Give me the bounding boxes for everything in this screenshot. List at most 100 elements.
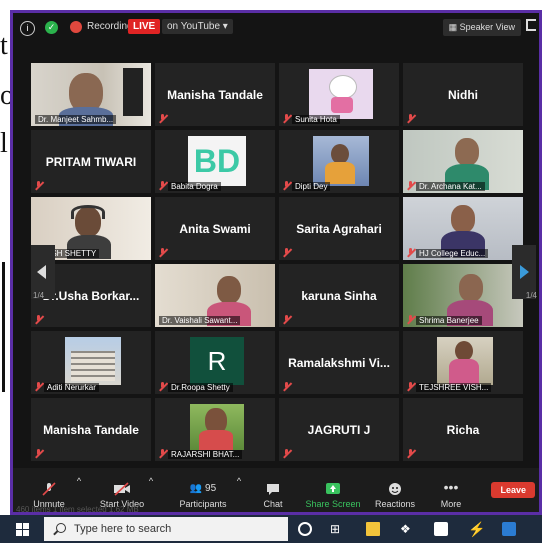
muted-mic-icon [282,181,291,190]
participant-name-label: Dr. Vaishali Sawant... [159,316,241,325]
participant-face [455,138,479,166]
participant-name: Richa [446,422,480,437]
fullscreen-icon[interactable] [526,19,536,31]
muted-mic-icon [158,382,167,391]
info-icon[interactable]: i [20,21,35,36]
participant-tile[interactable]: RAJARSHI BHAT... [155,398,275,461]
file-explorer-icon[interactable] [366,522,380,536]
participant-name-label: HJ College Educ... [416,249,489,258]
participant-name-label: Babita Dogra [168,182,221,191]
background-letter-l: l [0,128,8,159]
participant-name-label: RAJARSHI BHAT... [168,450,243,459]
muted-mic-icon [42,482,56,496]
muted-mic-icon [406,382,415,391]
share-screen-button[interactable]: Share Screen [303,481,363,509]
participant-count: 95 [205,483,217,494]
chat-button[interactable]: Chat [255,481,291,509]
reactions-button[interactable]: Reactions [371,481,419,509]
participant-tile[interactable]: Richa [403,398,523,461]
grid-icon: ▦ [448,22,460,32]
participant-tile[interactable]: TEJSHREE VISH... [403,331,523,394]
participant-tile[interactable]: Shrima Banerjee [403,264,523,327]
leave-button[interactable]: Leave [491,482,535,498]
participant-tile[interactable]: Dr. Vaishali Sawant... [155,264,275,327]
meeting-topbar: i ✓ Recording LIVE on YouTube ▾ ▦ Speake… [13,13,539,43]
mail-icon[interactable] [502,522,516,536]
share-screen-icon [326,483,340,494]
participant-tile[interactable]: JAGRUTI J [279,398,399,461]
windows-start-icon[interactable] [16,523,29,536]
participant-clothes [199,430,233,450]
search-placeholder: Type here to search [74,523,172,535]
participant-tile[interactable]: Manisha Tandale [31,398,151,461]
audio-options-chevron-icon[interactable]: ^ [73,476,85,486]
participant-tile[interactable]: karuna Sinha [279,264,399,327]
participant-name: PRITAM TIWARI [45,154,137,169]
store-icon[interactable] [434,522,448,536]
participant-face [459,274,483,302]
participant-name: Manisha Tandale [167,87,263,102]
muted-mic-icon [282,382,291,391]
participant-name: Anita Swami [179,221,251,236]
dropbox-icon[interactable]: ❖ [400,522,414,536]
chat-icon [267,484,279,495]
more-button[interactable]: ••• More [433,480,469,509]
muted-mic-icon [406,315,415,324]
participant-tile[interactable]: PRITAM TIWARI [31,130,151,193]
participant-tile[interactable]: Dr. Archana Kat... [403,130,523,193]
participant-tile[interactable]: Sunita Hota [279,63,399,126]
participant-name-label: TEJSHREE VISH... [416,383,492,392]
shield-icon[interactable]: ✓ [45,21,58,34]
task-view-icon[interactable]: ⊞ [330,522,344,536]
muted-mic-icon [34,449,43,458]
participant-tile[interactable]: R Dr.Roopa Shetty [155,331,275,394]
participant-tile[interactable]: Anita Swami [155,197,275,260]
video-options-chevron-icon[interactable]: ^ [145,476,157,486]
participant-name: JAGRUTI J [307,422,371,437]
participant-tile[interactable]: Dipti Dey [279,130,399,193]
muted-mic-icon [34,382,43,391]
participant-tile[interactable]: Dr. Manjeet Sahmb... [31,63,151,126]
page-indicator-right: 1/4 [525,291,537,300]
participant-tile[interactable]: Manisha Tandale [155,63,275,126]
background-letter-t: t [0,30,8,61]
hello-kitty-image [329,75,357,99]
camera-off-icon [114,482,130,496]
participant-tile[interactable]: Ramalakshmi Vi... [279,331,399,394]
youtube-stream-dropdown[interactable]: on YouTube ▾ [162,19,233,34]
participant-tile[interactable]: Sarita Agrahari [279,197,399,260]
participant-name: Manisha Tandale [43,422,139,437]
participant-name-label: Dr. Manjeet Sahmb... [35,115,117,124]
muted-mic-icon [406,114,415,123]
taskbar-search-box[interactable]: Type here to search [44,517,288,541]
participant-tile[interactable]: HJ College Educ... [403,197,523,260]
participant-name-label: Aditi Nerurkar [44,383,99,392]
muted-mic-icon [34,181,43,190]
participant-tile[interactable]: Nidhi [403,63,523,126]
hello-kitty-body [331,97,353,113]
page-indicator-left: 1/4 [33,291,45,300]
participant-tile[interactable]: Aditi Nerurkar [31,331,151,394]
participant-face [331,144,349,164]
speaker-view-button[interactable]: ▦ Speaker View [442,19,521,36]
recording-label: Recording [87,21,133,32]
windows-taskbar: Type here to search ⊞ ❖ ⚡ [0,515,542,543]
smiley-icon [389,483,401,495]
cortana-icon[interactable] [298,522,312,536]
participants-options-chevron-icon[interactable]: ^ [233,476,245,486]
participant-tile[interactable]: BD Babita Dogra [155,130,275,193]
participant-clothes [449,359,479,385]
speaker-view-label: Speaker View [459,22,515,32]
lightning-icon[interactable]: ⚡ [468,522,485,536]
search-icon [56,523,66,533]
avatar: BD [188,136,246,186]
muted-mic-icon [282,114,291,123]
muted-mic-icon [406,449,415,458]
reactions-label: Reactions [374,499,416,509]
participants-button[interactable]: 👥 95 Participants [173,481,233,509]
chevron-right-icon [520,265,529,279]
headphones-icon [71,205,105,219]
participants-label: Participants [179,499,227,509]
muted-mic-icon [158,248,167,257]
live-badge[interactable]: LIVE [128,19,161,34]
